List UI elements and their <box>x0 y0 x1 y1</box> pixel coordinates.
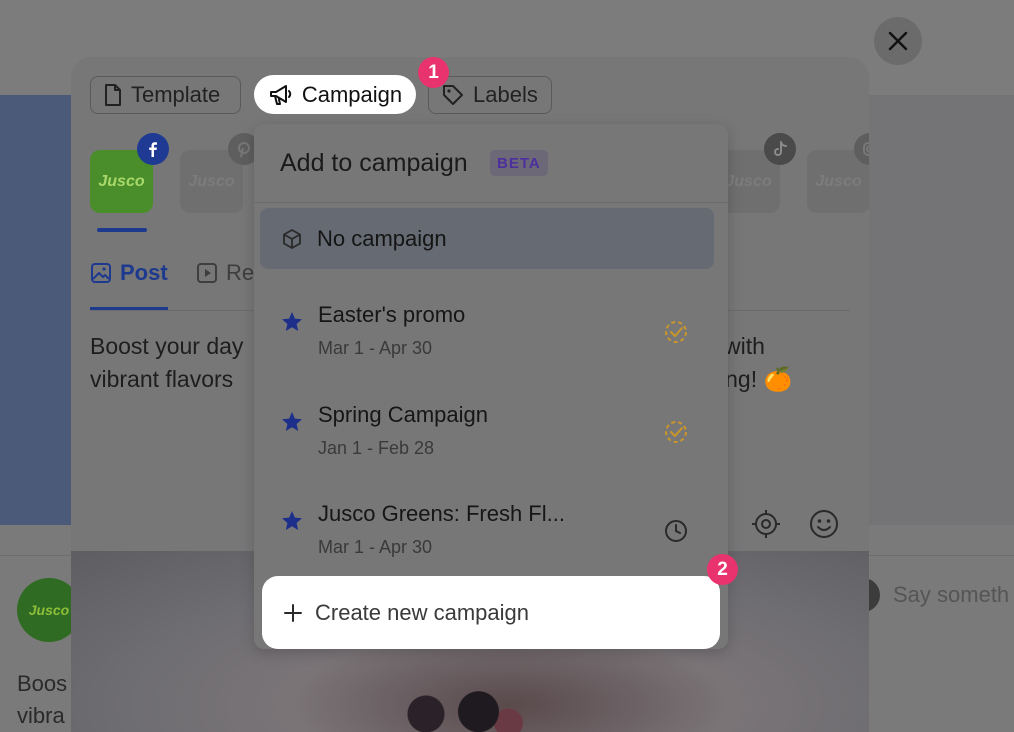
profile-avatar-text: Jusco <box>188 172 235 190</box>
template-label: Template <box>131 82 221 107</box>
star-icon <box>282 511 302 530</box>
plus-icon <box>284 603 302 622</box>
close-button[interactable] <box>874 17 922 65</box>
campaign-option[interactable]: Easter's promo Mar 1 - Apr 30 <box>260 284 714 374</box>
step-badge: 2 <box>707 554 738 585</box>
cube-icon <box>283 228 301 249</box>
star-icon <box>282 312 302 331</box>
background-post-line: Boos <box>17 671 68 696</box>
background-post-text: Boos vibra <box>17 668 67 732</box>
dropdown-title: Add to campaign <box>280 149 468 177</box>
no-campaign-option[interactable]: No campaign <box>260 208 714 269</box>
tab-post-label: Post <box>120 260 168 285</box>
post-text-line: Boost your day <box>90 333 244 359</box>
target-icon[interactable] <box>749 507 783 541</box>
video-icon <box>197 263 217 283</box>
no-campaign-label: No campaign <box>317 225 447 251</box>
post-text-editor[interactable]: Boost your day vibrant flavors <box>90 330 243 396</box>
post-text-line: with <box>724 333 765 359</box>
campaign-name: Easter's promo <box>318 302 466 327</box>
in-progress-icon <box>665 421 687 443</box>
campaign-button[interactable]: Campaign <box>254 75 416 114</box>
campaign-name: Spring Campaign <box>318 402 488 427</box>
post-text-continued: with ing! 🍊 <box>720 330 793 396</box>
campaign-label: Campaign <box>301 81 403 107</box>
profile-avatar-text: Jusco <box>98 172 145 190</box>
dropdown-divider <box>254 202 728 203</box>
labels-label: Labels <box>473 82 538 107</box>
tiktok-icon <box>764 133 796 165</box>
background-post-line: vibra <box>17 703 65 728</box>
facebook-icon <box>137 133 169 165</box>
post-text-line: ing! 🍊 <box>720 366 793 392</box>
close-icon <box>888 31 908 51</box>
profile-avatar-text: Jusco <box>815 172 862 190</box>
campaign-option[interactable]: Spring Campaign Jan 1 - Feb 28 <box>260 384 714 474</box>
document-icon <box>105 84 121 106</box>
tab-reel-label: Re <box>226 260 255 285</box>
campaign-dates: Jan 1 - Feb 28 <box>318 438 435 458</box>
selected-profile-indicator <box>97 228 147 232</box>
campaign-dropdown: Add to campaign BETA No campaign Easter'… <box>254 124 728 649</box>
post-text-line: vibrant flavors <box>90 366 234 392</box>
comment-input[interactable]: Say someth <box>893 582 1009 608</box>
create-new-campaign-button[interactable]: Create new campaign <box>262 576 720 649</box>
star-icon <box>282 412 302 431</box>
campaign-dates: Mar 1 - Apr 30 <box>318 338 433 358</box>
in-progress-icon <box>665 321 687 343</box>
tag-icon <box>443 85 463 105</box>
tab-reel[interactable]: Re <box>196 260 254 286</box>
scheduled-clock-icon <box>665 520 687 542</box>
berries-image-detail <box>381 687 531 732</box>
create-new-campaign-label: Create new campaign <box>315 599 530 625</box>
emoji-icon[interactable] <box>807 507 841 541</box>
image-icon <box>91 263 111 283</box>
background-panel <box>869 95 1014 525</box>
campaign-dates: Mar 1 - Apr 30 <box>318 537 433 557</box>
campaign-name: Jusco Greens: Fresh Fl... <box>318 501 565 526</box>
template-button[interactable]: Template <box>90 76 241 114</box>
megaphone-icon <box>269 84 292 105</box>
tab-post[interactable]: Post <box>90 260 168 286</box>
labels-button[interactable]: Labels <box>428 76 552 114</box>
profile-avatar-text: Jusco <box>725 172 772 190</box>
background-avatar-text: Jusco <box>28 602 70 618</box>
step-badge: 1 <box>418 57 449 88</box>
background-image <box>0 95 71 525</box>
campaign-option[interactable]: Jusco Greens: Fresh Fl... Mar 1 - Apr 30 <box>260 483 714 573</box>
beta-badge: BETA <box>490 150 548 176</box>
